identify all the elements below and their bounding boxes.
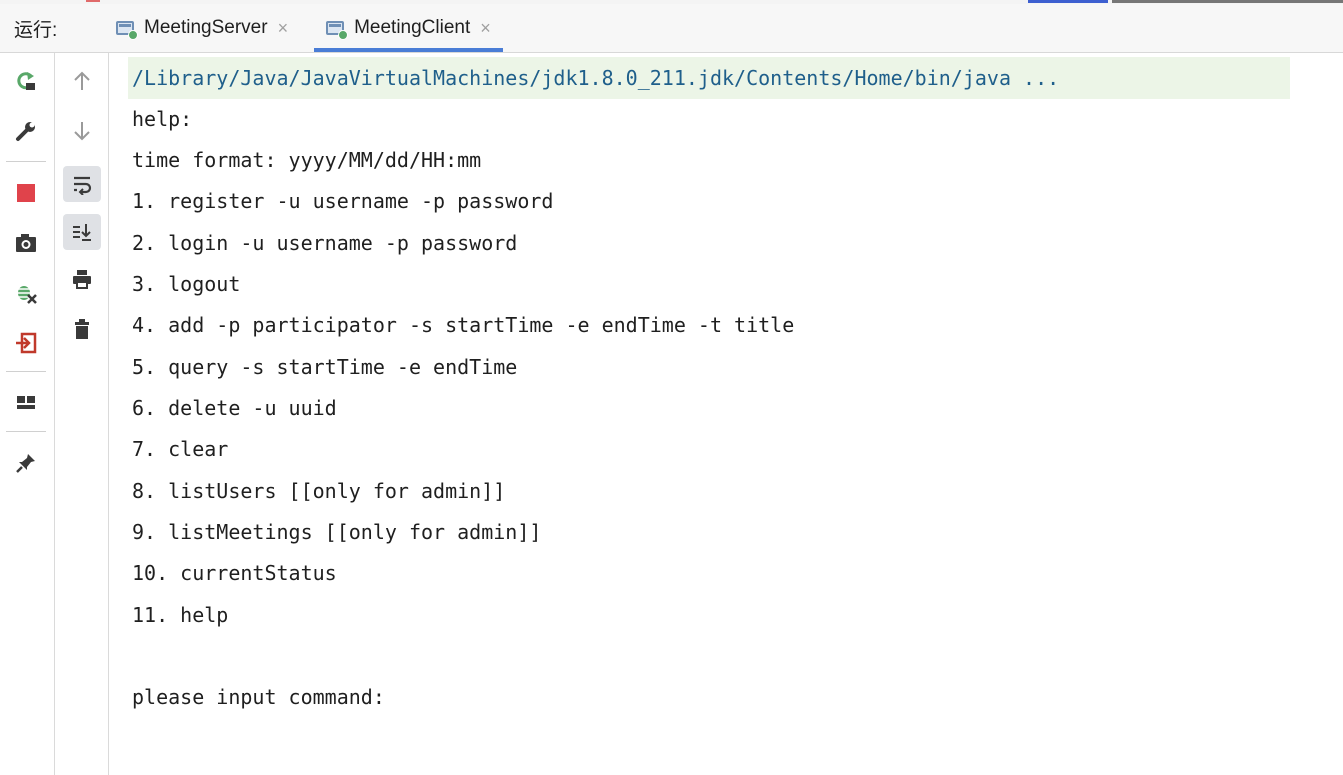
- soft-wrap-icon[interactable]: [63, 166, 101, 202]
- tab-meeting-server[interactable]: MeetingServer ×: [104, 4, 300, 52]
- top-edge-mark: [86, 0, 100, 2]
- app-window-icon: [326, 20, 349, 40]
- console-prompt: please input command:: [132, 685, 385, 709]
- console-line: 3. logout: [132, 272, 241, 296]
- app-window-icon: [116, 20, 138, 40]
- up-arrow-icon[interactable]: [69, 68, 95, 94]
- run-tab-bar: 运行: MeetingServer × MeetingClient ×: [0, 4, 1343, 53]
- toolbar-separator: [6, 431, 46, 432]
- trash-icon[interactable]: [69, 316, 95, 342]
- debug-icon[interactable]: [13, 280, 39, 306]
- toolbar-separator: [6, 371, 46, 372]
- console-line: 2. login -u username -p password: [132, 231, 518, 255]
- layout-icon[interactable]: [13, 390, 39, 416]
- console-line: time format: yyyy/MM/dd/HH:mm: [132, 148, 482, 172]
- console-line: 1. register -u username -p password: [132, 189, 554, 213]
- tab-meeting-client[interactable]: MeetingClient ×: [314, 4, 503, 52]
- console-line: 5. query -s startTime -e endTime: [132, 355, 518, 379]
- tab-title: MeetingClient: [354, 17, 471, 38]
- exit-icon[interactable]: [13, 330, 39, 356]
- run-panel-label: 运行:: [14, 19, 58, 41]
- console-line: 10. currentStatus: [132, 561, 337, 585]
- tab-title: MeetingServer: [144, 17, 268, 38]
- close-icon[interactable]: ×: [480, 18, 491, 39]
- console-line: 8. listUsers [[only for admin]]: [132, 479, 506, 503]
- stop-icon[interactable]: [13, 180, 39, 206]
- down-arrow-icon[interactable]: [69, 118, 95, 144]
- java-command-line: /Library/Java/JavaVirtualMachines/jdk1.8…: [128, 57, 1290, 99]
- console-line: 11. help: [132, 603, 229, 627]
- camera-icon[interactable]: [13, 230, 39, 256]
- toolbar-divider: [54, 53, 55, 775]
- java-command-text: /Library/Java/JavaVirtualMachines/jdk1.8…: [132, 66, 1060, 90]
- toolbar-separator: [6, 161, 46, 162]
- close-icon[interactable]: ×: [278, 18, 289, 39]
- console-output[interactable]: /Library/Java/JavaVirtualMachines/jdk1.8…: [110, 53, 1343, 775]
- console-line: help:: [132, 107, 193, 131]
- top-edge-mark: [1028, 0, 1108, 3]
- console-line: 7. clear: [132, 437, 229, 461]
- scroll-to-end-icon[interactable]: [63, 214, 101, 250]
- console-line: 4. add -p participator -s startTime -e e…: [132, 313, 795, 337]
- wrench-icon[interactable]: [13, 118, 39, 144]
- rerun-icon[interactable]: [13, 68, 39, 94]
- print-icon[interactable]: [69, 266, 95, 292]
- console-line: 6. delete -u uuid: [132, 396, 337, 420]
- run-toolbar: [0, 53, 109, 775]
- pin-icon[interactable]: [13, 450, 39, 476]
- top-edge-mark: [1112, 0, 1343, 3]
- console-line: 9. listMeetings [[only for admin]]: [132, 520, 542, 544]
- toolbar-divider: [108, 53, 109, 775]
